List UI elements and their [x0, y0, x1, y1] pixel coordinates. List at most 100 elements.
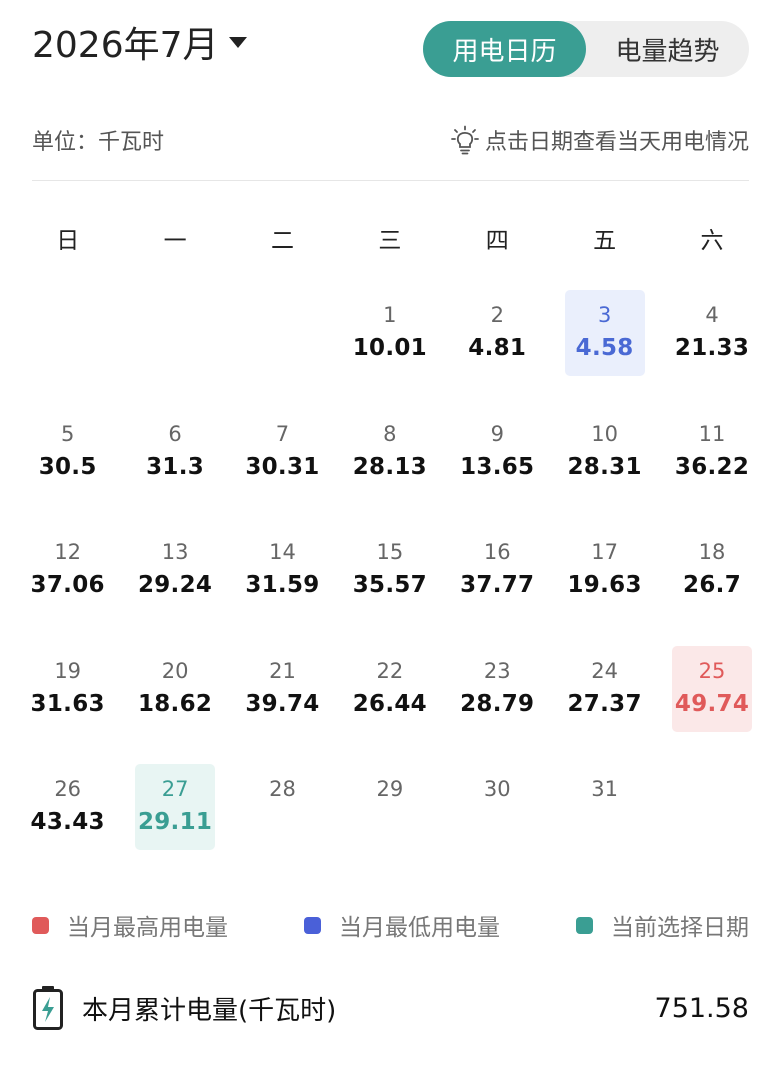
day-number: 11	[698, 421, 726, 446]
day-usage: 10.01	[352, 335, 427, 361]
legend-label: 当月最低用电量	[339, 915, 500, 941]
calendar-day: 30	[444, 764, 551, 883]
calendar-day: 21 39.74	[229, 646, 336, 765]
calendar-day-20[interactable]: 20 18.62	[135, 646, 215, 732]
calendar-day-23[interactable]: 23 28.79	[457, 646, 537, 732]
lightbulb-icon	[451, 125, 479, 155]
day-usage: 31.3	[146, 453, 205, 480]
calendar-day-26[interactable]: 26 43.43	[28, 764, 108, 850]
legend-item-highest: 当月最高用电量	[32, 908, 228, 942]
day-number: 24	[591, 658, 618, 683]
legend-swatch	[32, 916, 49, 934]
legend: 当月最高用电量 当月最低用电量 当前选择日期	[32, 900, 749, 950]
day-number: 16	[483, 540, 511, 565]
day-number: 15	[376, 540, 404, 565]
day-number: 18	[698, 540, 726, 565]
calendar-day-19[interactable]: 19 31.63	[28, 646, 108, 732]
day-usage: 28.13	[352, 453, 427, 480]
calendar-day-2[interactable]: 2 4.81	[457, 290, 537, 376]
day-number: 27	[161, 777, 189, 802]
day-number: 17	[591, 540, 618, 565]
calendar-day-13[interactable]: 13 29.24	[135, 527, 215, 613]
battery-charging-icon	[33, 986, 63, 1030]
tab-trend[interactable]: 电量趋势	[586, 21, 749, 77]
calendar-day: 16 37.77	[444, 527, 551, 646]
calendar-day-28[interactable]: 28	[242, 764, 322, 850]
day-usage: 28.31	[567, 453, 642, 480]
calendar-day-9[interactable]: 9 13.65	[457, 409, 537, 495]
day-usage: 28.79	[460, 690, 535, 717]
day-usage: 18.62	[137, 690, 213, 717]
calendar-day-24[interactable]: 24 27.37	[565, 646, 645, 732]
calendar-day: 27 29.11	[121, 764, 228, 883]
day-usage: 27.37	[567, 690, 642, 717]
day-number: 14	[269, 540, 296, 565]
calendar-day: 11 36.22	[658, 409, 765, 528]
legend-swatch	[576, 916, 593, 934]
hint: 点击日期查看当天用电情况	[451, 124, 749, 156]
day-usage: 26.7	[683, 572, 741, 599]
calendar-day: 18 26.7	[658, 527, 765, 646]
day-number: 20	[161, 658, 189, 683]
calendar-day: 15 35.57	[336, 527, 443, 646]
calendar-day: 22 26.44	[336, 646, 443, 765]
day-number: 21	[269, 658, 296, 683]
day-number: 7	[275, 421, 290, 446]
calendar-day: 7 30.31	[229, 409, 336, 528]
calendar-day-5[interactable]: 5 30.5	[28, 409, 108, 495]
day-usage: 13.65	[460, 453, 535, 480]
calendar-day: 28	[229, 764, 336, 883]
calendar-day-25[interactable]: 25 49.74	[672, 645, 753, 732]
day-usage: 43.43	[30, 809, 105, 836]
empty-cell	[121, 290, 228, 409]
calendar-day-6[interactable]: 6 31.3	[135, 409, 215, 495]
calendar-day: 8 28.13	[336, 409, 443, 528]
divider	[32, 180, 749, 181]
calendar-day: 14 31.59	[229, 527, 336, 646]
calendar-day-27[interactable]: 27 29.11	[135, 764, 216, 851]
calendar-day-8[interactable]: 8 28.13	[350, 409, 430, 495]
day-usage: 37.06	[30, 572, 105, 599]
calendar-day-21[interactable]: 21 39.74	[242, 646, 322, 732]
calendar-day-11[interactable]: 11 36.22	[672, 409, 752, 495]
calendar-day-7[interactable]: 7 30.31	[242, 409, 322, 495]
month-picker[interactable]: 2026年7月	[32, 16, 247, 68]
tab-calendar[interactable]: 用电日历	[423, 21, 586, 77]
day-number: 9	[490, 421, 504, 446]
month-label: 2026年7月	[32, 25, 219, 66]
calendar-day-1[interactable]: 1 10.01	[350, 290, 430, 376]
calendar-day-29[interactable]: 29	[350, 764, 430, 850]
day-number: 6	[168, 421, 182, 446]
calendar-day-14[interactable]: 14 31.59	[242, 527, 322, 613]
calendar-day-10[interactable]: 10 28.31	[565, 409, 645, 495]
day-number: 23	[483, 658, 511, 683]
calendar-day-31[interactable]: 31	[565, 764, 645, 850]
day-number: 29	[376, 777, 404, 802]
calendar-day-3[interactable]: 3 4.58	[564, 290, 645, 376]
view-toggle: 用电日历 电量趋势	[423, 21, 749, 77]
weekday-label: 三	[378, 228, 402, 254]
day-usage: 21.33	[674, 335, 750, 361]
calendar-day-30[interactable]: 30	[457, 764, 537, 850]
calendar-day: 9 13.65	[444, 409, 551, 528]
calendar-day-18[interactable]: 18 26.7	[672, 527, 752, 613]
day-usage: 31.63	[30, 690, 105, 717]
calendar-day-4[interactable]: 4 21.33	[672, 290, 752, 376]
calendar-day-17[interactable]: 17 19.63	[565, 527, 645, 613]
legend-label: 当前选择日期	[611, 915, 749, 941]
calendar-day-22[interactable]: 22 26.44	[350, 646, 430, 732]
legend-swatch	[304, 916, 321, 934]
calendar-day-15[interactable]: 15 35.57	[350, 527, 430, 613]
weekday-label: 五	[593, 228, 617, 254]
day-number: 2	[490, 303, 504, 327]
day-number: 28	[269, 777, 296, 802]
calendar-day-16[interactable]: 16 37.77	[457, 527, 537, 613]
calendar-day: 25 49.74	[658, 645, 765, 765]
unit-label: 单位：千瓦时	[32, 130, 165, 155]
total-value: 751.58	[654, 992, 749, 1024]
calendar-day-12[interactable]: 12 37.06	[28, 527, 108, 613]
calendar-day: 26 43.43	[14, 764, 121, 883]
calendar-day: 6 31.3	[121, 409, 228, 528]
day-number: 31	[591, 777, 618, 802]
calendar-day: 12 37.06	[14, 527, 121, 646]
